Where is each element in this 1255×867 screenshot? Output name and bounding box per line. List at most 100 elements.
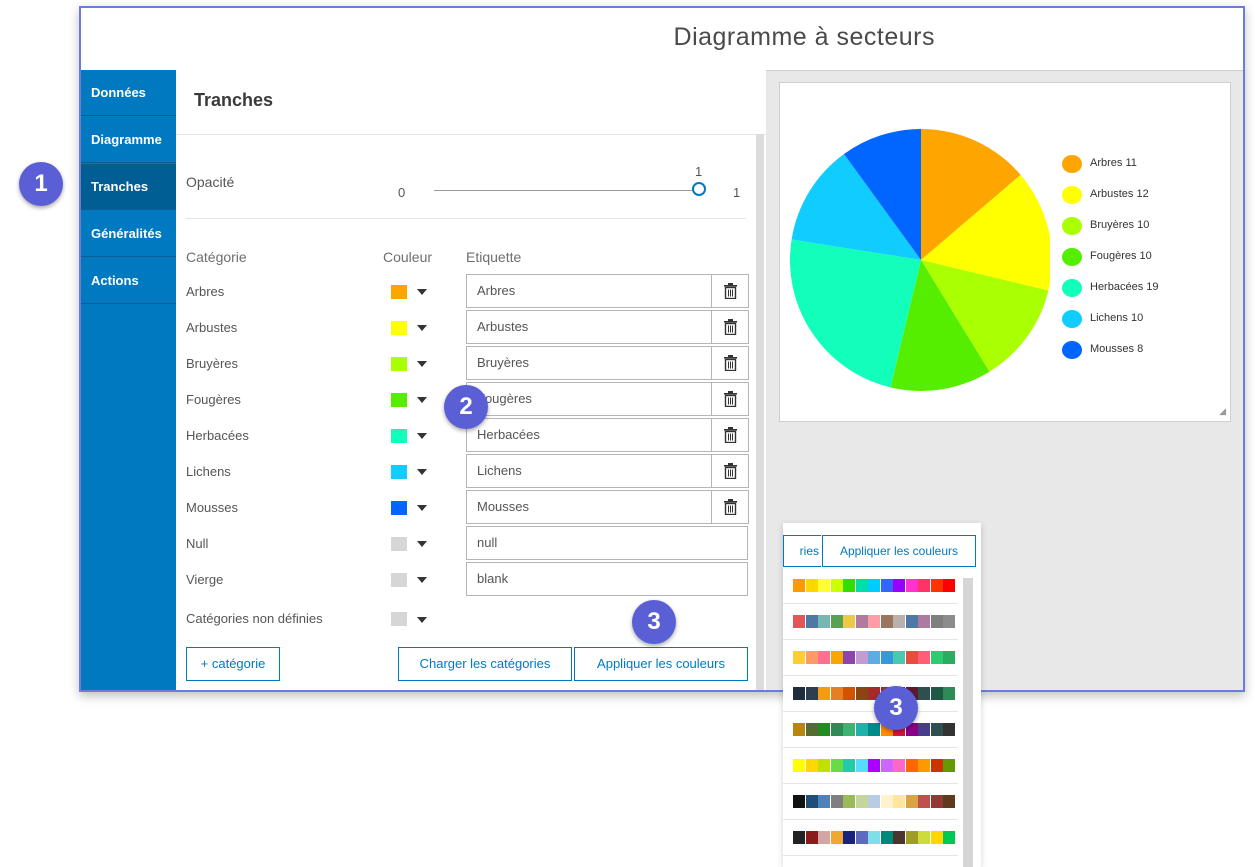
trash-icon [724, 355, 737, 371]
sidebar-item-donnees[interactable]: Données [81, 70, 176, 116]
legend-swatch [1062, 155, 1082, 173]
palette-color-cell [805, 723, 818, 736]
sidebar-item-actions[interactable]: Actions [81, 258, 176, 304]
palette-color-cell [818, 759, 830, 772]
opacity-slider-track[interactable] [434, 190, 702, 191]
palette-color-cell [905, 579, 918, 592]
legend-label: Bruyères 10 [1090, 219, 1150, 231]
palette-color-cell [893, 795, 905, 808]
slice-label-input[interactable]: Arbres [466, 274, 712, 308]
slice-color-swatch[interactable] [391, 357, 407, 371]
slice-color-swatch[interactable] [391, 285, 407, 299]
legend-swatch [1062, 248, 1082, 266]
sidebar-item-generalites[interactable]: Généralités [81, 211, 176, 257]
opacity-slider-thumb[interactable] [692, 182, 706, 196]
load-categories-button[interactable]: Charger les catégories [398, 647, 572, 681]
palette-tab-categories[interactable]: ries [783, 535, 821, 567]
chevron-down-icon[interactable] [417, 617, 427, 623]
pie-chart [790, 129, 1050, 391]
chevron-down-icon[interactable] [417, 361, 427, 367]
palette-color-cell [843, 831, 855, 844]
palette-color-cell [793, 795, 805, 808]
trash-icon [724, 499, 737, 515]
chevron-down-icon[interactable] [417, 469, 427, 475]
undefined-categories-swatch[interactable] [391, 612, 407, 626]
slice-label-input[interactable]: null [466, 526, 748, 560]
add-category-button[interactable]: + catégorie [186, 647, 280, 681]
legend-swatch [1062, 279, 1082, 297]
palette-color-cell [855, 615, 868, 628]
legend-label: Arbustes 12 [1090, 188, 1149, 200]
slice-category-label: Lichens [186, 464, 231, 479]
palette-color-cell [805, 795, 818, 808]
delete-slice-button[interactable] [711, 418, 749, 452]
slice-label-input[interactable]: Herbacées [466, 418, 712, 452]
panel-scrollbar[interactable] [756, 134, 764, 690]
slice-color-swatch[interactable] [391, 537, 407, 551]
slice-label-input[interactable]: Mousses [466, 490, 712, 524]
slices-panel: Tranches Opacité 0 1 1 Catégorie Couleur… [176, 70, 766, 690]
delete-slice-button[interactable] [711, 454, 749, 488]
palette-color-cell [830, 651, 843, 664]
palette-color-cell [818, 615, 830, 628]
slice-color-swatch[interactable] [391, 321, 407, 335]
slice-color-swatch[interactable] [391, 501, 407, 515]
step-badge-2: 2 [444, 385, 488, 429]
sidebar-item-tranches[interactable]: Tranches [81, 164, 176, 210]
palette-divider [783, 603, 958, 604]
palette-color-cell [868, 723, 880, 736]
palette-color-cell [943, 579, 955, 592]
legend-swatch [1062, 186, 1082, 204]
palette-color-cell [793, 723, 805, 736]
slice-color-swatch[interactable] [391, 465, 407, 479]
palette-color-cell [793, 579, 805, 592]
palette-color-cell [905, 615, 918, 628]
palette-color-cell [943, 723, 955, 736]
palette-color-cell [880, 759, 893, 772]
palette-divider [783, 711, 958, 712]
palette-color-cell [918, 795, 930, 808]
palette-color-cell [905, 651, 918, 664]
delete-slice-button[interactable] [711, 274, 749, 308]
palette-color-cell [880, 795, 893, 808]
palette-color-cell [880, 651, 893, 664]
delete-slice-button[interactable] [711, 346, 749, 380]
chevron-down-icon[interactable] [417, 325, 427, 331]
slice-label-input[interactable]: Fougères [466, 382, 712, 416]
palette-color-cell [818, 579, 830, 592]
palette-color-cell [880, 831, 893, 844]
label-column-header: Etiquette [466, 249, 522, 265]
palette-color-cell [843, 687, 855, 700]
chevron-down-icon[interactable] [417, 397, 427, 403]
slice-label-input[interactable]: blank [466, 562, 748, 596]
chevron-down-icon[interactable] [417, 541, 427, 547]
delete-slice-button[interactable] [711, 310, 749, 344]
chevron-down-icon[interactable] [417, 289, 427, 295]
palette-color-cell [905, 759, 918, 772]
palette-tab-apply-colors[interactable]: Appliquer les couleurs [822, 535, 976, 567]
palette-color-cell [793, 687, 805, 700]
palette-color-cell [943, 831, 955, 844]
palette-color-cell [930, 687, 943, 700]
slice-label-input[interactable]: Lichens [466, 454, 712, 488]
palette-scrollbar[interactable] [963, 578, 973, 867]
slice-color-swatch[interactable] [391, 393, 407, 407]
slice-label-input[interactable]: Bruyères [466, 346, 712, 380]
sidebar-item-diagramme[interactable]: Diagramme [81, 117, 176, 163]
apply-colors-button[interactable]: Appliquer les couleurs [574, 647, 748, 681]
palette-color-cell [830, 795, 843, 808]
chevron-down-icon[interactable] [417, 433, 427, 439]
slice-label-input[interactable]: Arbustes [466, 310, 712, 344]
delete-slice-button[interactable] [711, 490, 749, 524]
palette-color-cell [818, 723, 830, 736]
slice-color-swatch[interactable] [391, 429, 407, 443]
chevron-down-icon[interactable] [417, 577, 427, 583]
opacity-min-label: 0 [398, 185, 406, 200]
slice-color-swatch[interactable] [391, 573, 407, 587]
palette-color-cell [930, 651, 943, 664]
delete-slice-button[interactable] [711, 382, 749, 416]
palette-color-cell [843, 615, 855, 628]
chevron-down-icon[interactable] [417, 505, 427, 511]
resize-handle-icon[interactable]: ◢ [1219, 406, 1226, 417]
legend-swatch [1062, 217, 1082, 235]
